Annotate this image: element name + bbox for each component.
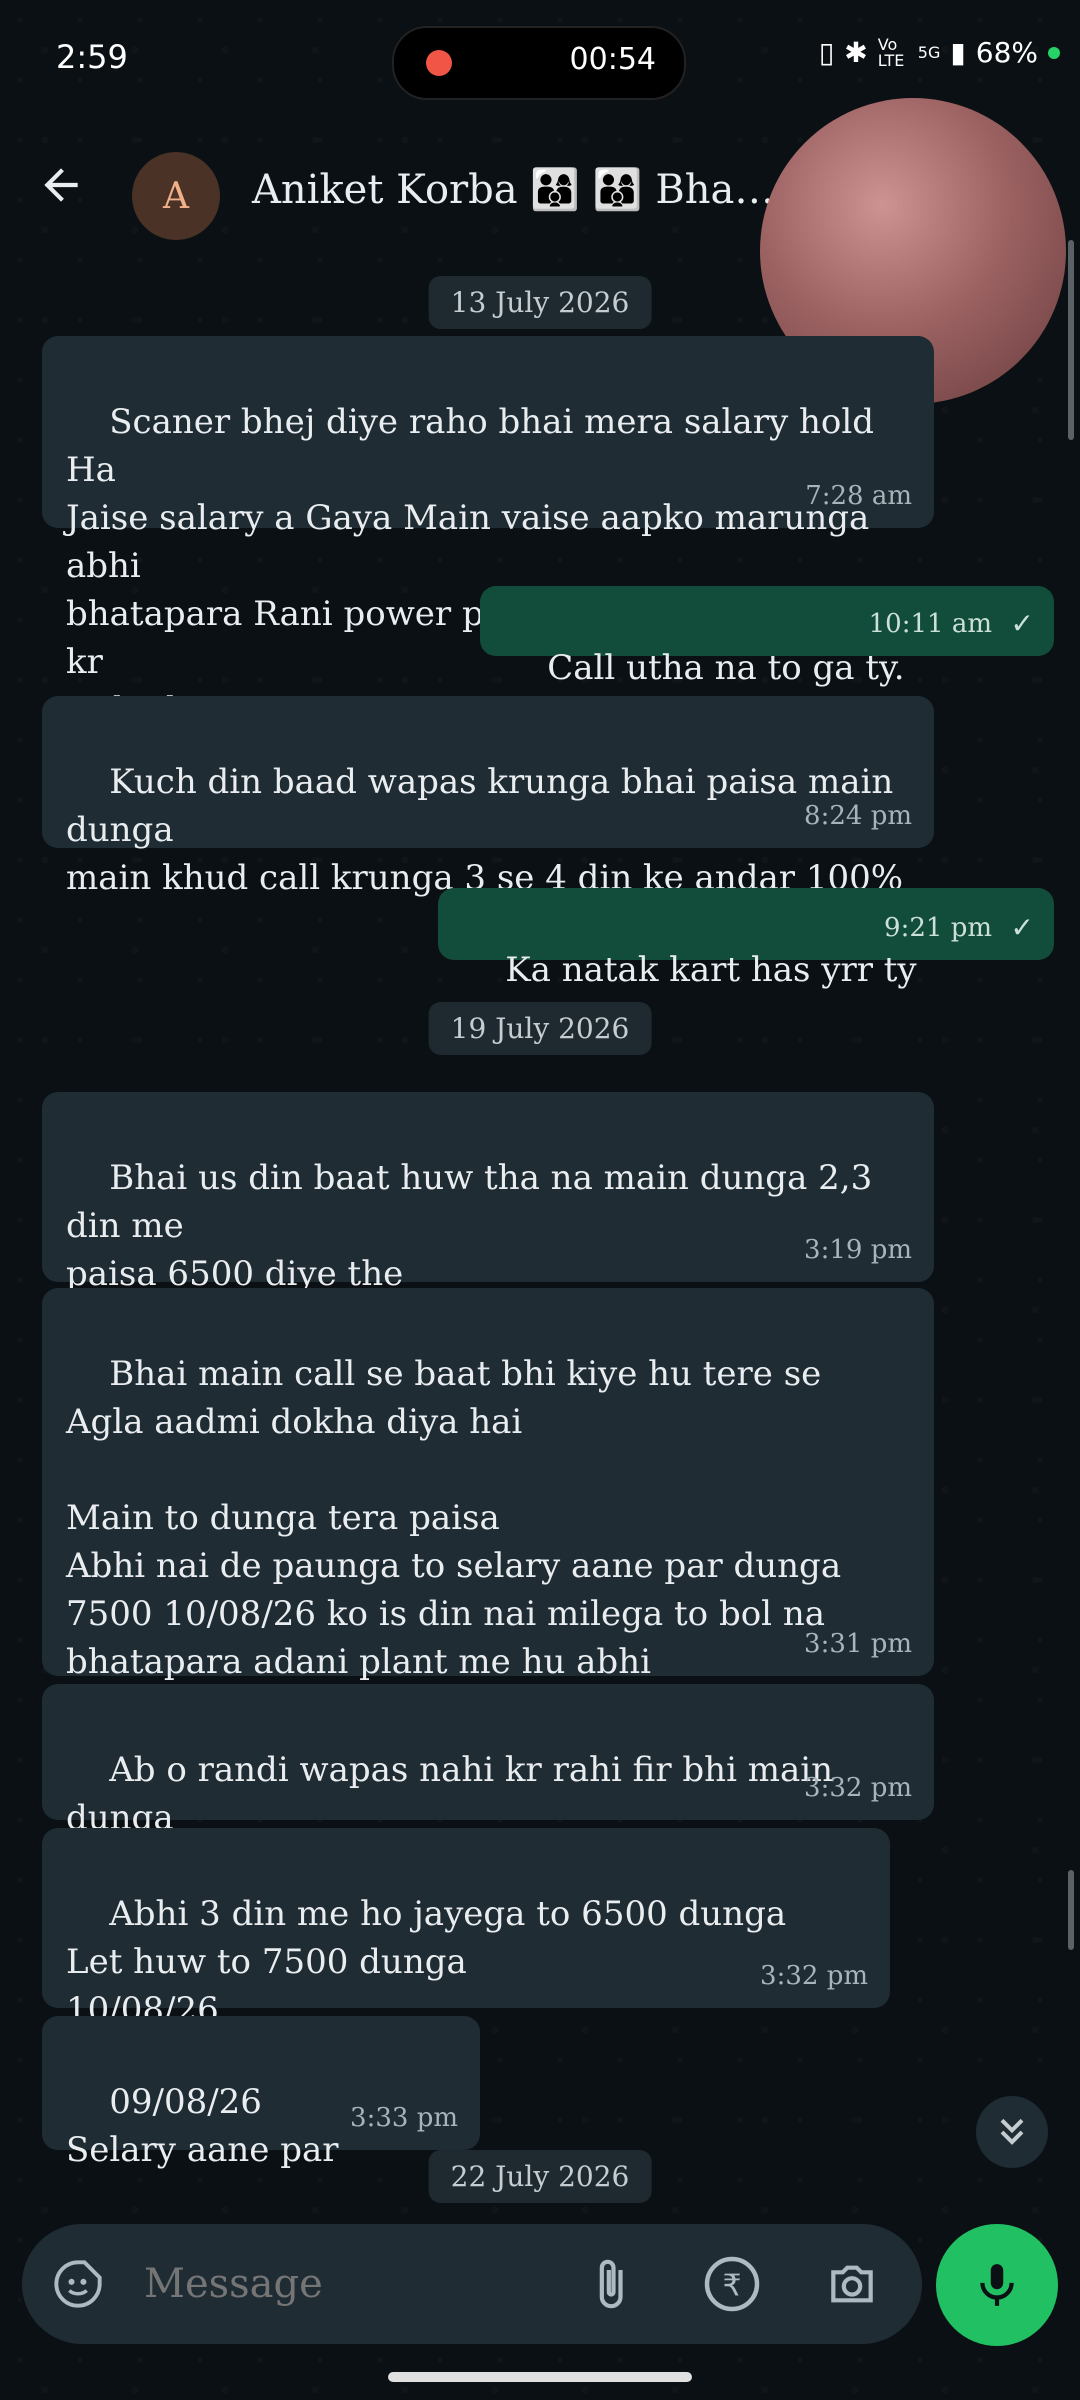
record-dot-icon bbox=[426, 50, 452, 76]
message-text: Call utha na to ga ty. bbox=[547, 648, 905, 688]
message-time: 7:28 am bbox=[805, 481, 912, 511]
status-time: 2:59 bbox=[56, 38, 128, 76]
vibrate-icon: ▯ bbox=[818, 36, 835, 69]
recording-timer: 00:54 bbox=[569, 42, 656, 77]
message-time: 9:21 pm bbox=[884, 913, 992, 943]
message-time: 10:11 am bbox=[868, 609, 992, 639]
signal-icon: ▮ bbox=[950, 36, 966, 69]
recording-pill[interactable]: 00:54 bbox=[392, 26, 686, 100]
chat-title[interactable]: Aniket Korba 👨‍👩‍👦 👨‍👩‍👦 Bha… bbox=[252, 166, 774, 213]
sent-check-icon: ✓ bbox=[1010, 911, 1034, 944]
sticker-icon[interactable] bbox=[52, 2258, 104, 2310]
sent-check-icon: ✓ bbox=[1010, 607, 1034, 640]
date-divider: 13 July 2026 bbox=[428, 276, 652, 329]
message-text: Bhai main call se baat bhi kiye hu tere … bbox=[66, 1354, 842, 1682]
message-text: Abhi 3 din me ho jayega to 6500 dunga Le… bbox=[66, 1894, 787, 2030]
message-list[interactable]: 13 July 2026 Scaner bhej diye raho bhai … bbox=[0, 260, 1080, 2220]
svg-text:₹: ₹ bbox=[722, 2268, 741, 2303]
message-incoming[interactable]: Kuch din baad wapas krunga bhai paisa ma… bbox=[42, 696, 934, 898]
date-divider: 22 July 2026 bbox=[428, 2150, 652, 2203]
message-input[interactable] bbox=[142, 2260, 566, 2308]
message-outgoing[interactable]: Ka natak kart has yrr ty 9:21 pm ✓ bbox=[438, 888, 1054, 990]
message-time: 8:24 pm bbox=[804, 801, 912, 831]
scrollbar-thumb[interactable] bbox=[1068, 1870, 1074, 1950]
rupee-payment-icon[interactable]: ₹ bbox=[702, 2254, 762, 2314]
network-label: 5G bbox=[917, 43, 941, 62]
attachment-icon[interactable] bbox=[582, 2256, 638, 2312]
message-text: Kuch din baad wapas krunga bhai paisa ma… bbox=[66, 762, 904, 898]
scroll-to-bottom-button[interactable] bbox=[976, 2096, 1048, 2168]
double-chevron-down-icon bbox=[1000, 2118, 1024, 2145]
battery-percent: 68% bbox=[975, 36, 1038, 69]
back-arrow-icon[interactable] bbox=[36, 160, 86, 210]
status-icons: ▯ ✱ Vo LTE 5G ▮ 68% bbox=[819, 36, 1060, 69]
privacy-dot-icon bbox=[1048, 46, 1060, 59]
camera-icon[interactable] bbox=[822, 2256, 882, 2312]
message-text: 09/08/26 Selary aane par bbox=[66, 2082, 339, 2170]
message-incoming[interactable]: Scaner bhej diye raho bhai mera salary h… bbox=[42, 336, 934, 730]
message-time: 3:31 pm bbox=[804, 1629, 912, 1659]
microphone-icon bbox=[980, 2264, 1014, 2306]
message-time: 3:19 pm bbox=[804, 1235, 912, 1265]
scrollbar-top[interactable] bbox=[1068, 240, 1074, 440]
message-incoming[interactable]: Abhi 3 din me ho jayega to 6500 dunga Le… bbox=[42, 1828, 890, 2030]
message-incoming[interactable]: 09/08/26 Selary aane par 3:33 pm bbox=[42, 2016, 480, 2170]
date-divider: 19 July 2026 bbox=[428, 1002, 652, 1055]
message-time: 3:32 pm bbox=[760, 1961, 868, 1991]
voice-message-button[interactable] bbox=[936, 2224, 1058, 2346]
avatar[interactable]: A bbox=[132, 152, 220, 240]
message-incoming[interactable]: Bhai us din baat huw tha na main dunga 2… bbox=[42, 1092, 934, 1342]
bluetooth-icon: ✱ bbox=[844, 36, 868, 69]
message-incoming[interactable]: Ab o randi wapas nahi kr rahi fir bhi ma… bbox=[42, 1684, 934, 1886]
message-text: Ka natak kart has yrr ty bbox=[505, 950, 917, 990]
message-time: 3:32 pm bbox=[804, 1773, 912, 1803]
message-outgoing[interactable]: Call utha na to ga ty. 10:11 am ✓ bbox=[480, 586, 1054, 688]
message-composer: ₹ bbox=[22, 2224, 922, 2344]
volte-label: Vo LTE bbox=[877, 34, 905, 70]
message-incoming[interactable]: Bhai main call se baat bhi kiye hu tere … bbox=[42, 1288, 934, 1682]
message-time: 3:33 pm bbox=[350, 2103, 458, 2133]
home-indicator[interactable] bbox=[388, 2372, 692, 2382]
